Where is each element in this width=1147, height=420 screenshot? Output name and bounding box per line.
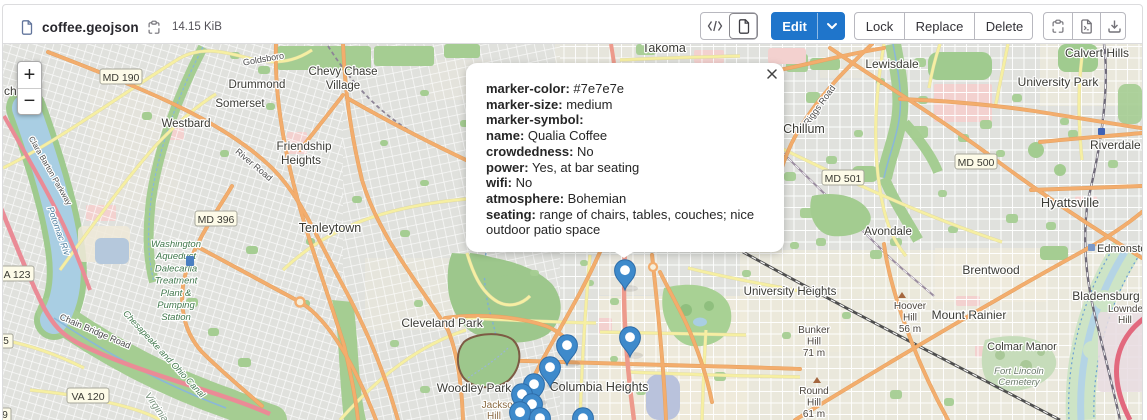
svg-text:Calvert Hills: Calvert Hills xyxy=(1065,46,1129,60)
svg-text:61 m: 61 m xyxy=(803,409,825,420)
svg-text:Lownde: Lownde xyxy=(1108,304,1142,315)
svg-text:Drummond: Drummond xyxy=(229,79,286,91)
svg-text:Fort Lincoln: Fort Lincoln xyxy=(994,366,1044,377)
svg-text:University Heights: University Heights xyxy=(744,286,837,298)
svg-text:Cleveland Park: Cleveland Park xyxy=(401,316,483,330)
svg-text:Bladensburg: Bladensburg xyxy=(1072,289,1139,303)
svg-text:MD 501: MD 501 xyxy=(825,173,862,185)
svg-text:Cemetery: Cemetery xyxy=(998,377,1040,388)
svg-text:MD 500: MD 500 xyxy=(958,157,995,169)
svg-text:VA 120: VA 120 xyxy=(71,391,104,403)
svg-text:Columbia Heights: Columbia Heights xyxy=(550,380,649,394)
svg-text:Hill: Hill xyxy=(1118,315,1132,326)
svg-text:A 123: A 123 xyxy=(4,269,31,281)
svg-text:Round: Round xyxy=(799,386,828,397)
svg-text:Mount Rainier: Mount Rainier xyxy=(932,308,1007,322)
svg-text:Station: Station xyxy=(161,312,191,323)
svg-text:Hill: Hill xyxy=(807,398,821,409)
svg-text:Treatment: Treatment xyxy=(155,276,198,287)
svg-text:Hyattsville: Hyattsville xyxy=(1041,195,1099,210)
svg-text:Somerset: Somerset xyxy=(215,98,265,110)
svg-text:Westbard: Westbard xyxy=(161,118,210,130)
svg-text:Plant &: Plant & xyxy=(161,288,192,299)
svg-text:Tenleytown: Tenleytown xyxy=(299,221,362,235)
svg-text:Washington: Washington xyxy=(151,239,201,250)
svg-text:ch: ch xyxy=(4,84,17,98)
svg-text:Edmonston: Edmonston xyxy=(1097,243,1142,255)
svg-text:Bunker: Bunker xyxy=(798,325,830,336)
svg-text:MD 396: MD 396 xyxy=(198,214,235,226)
svg-text:56 m: 56 m xyxy=(899,324,921,335)
svg-text:Brentwood: Brentwood xyxy=(962,263,1019,277)
svg-text:Chillum: Chillum xyxy=(783,122,825,136)
svg-text:Pumping: Pumping xyxy=(157,300,195,311)
svg-text:Heights: Heights xyxy=(281,153,321,167)
svg-text:5: 5 xyxy=(3,336,9,347)
svg-text:Hill: Hill xyxy=(807,337,821,348)
svg-text:Riverdale: Riverdale xyxy=(1090,138,1141,152)
svg-text:Friendship: Friendship xyxy=(276,139,332,153)
svg-text:Village: Village xyxy=(326,80,360,92)
svg-text:MD 190: MD 190 xyxy=(103,72,140,84)
svg-text:9: 9 xyxy=(3,410,8,420)
svg-text:Lewisdale: Lewisdale xyxy=(865,57,919,71)
svg-text:Chevy Chase: Chevy Chase xyxy=(308,66,377,78)
svg-text:Woodley Park: Woodley Park xyxy=(437,381,512,395)
svg-text:University Park: University Park xyxy=(1018,75,1100,89)
svg-text:Colmar Manor: Colmar Manor xyxy=(987,341,1057,353)
svg-text:Avondale: Avondale xyxy=(864,226,912,238)
svg-text:Hill: Hill xyxy=(487,411,501,420)
svg-text:71 m: 71 m xyxy=(803,348,825,359)
svg-text:Takoma: Takoma xyxy=(642,44,686,55)
svg-text:Hoover: Hoover xyxy=(894,301,927,312)
svg-text:Hill: Hill xyxy=(903,313,917,324)
